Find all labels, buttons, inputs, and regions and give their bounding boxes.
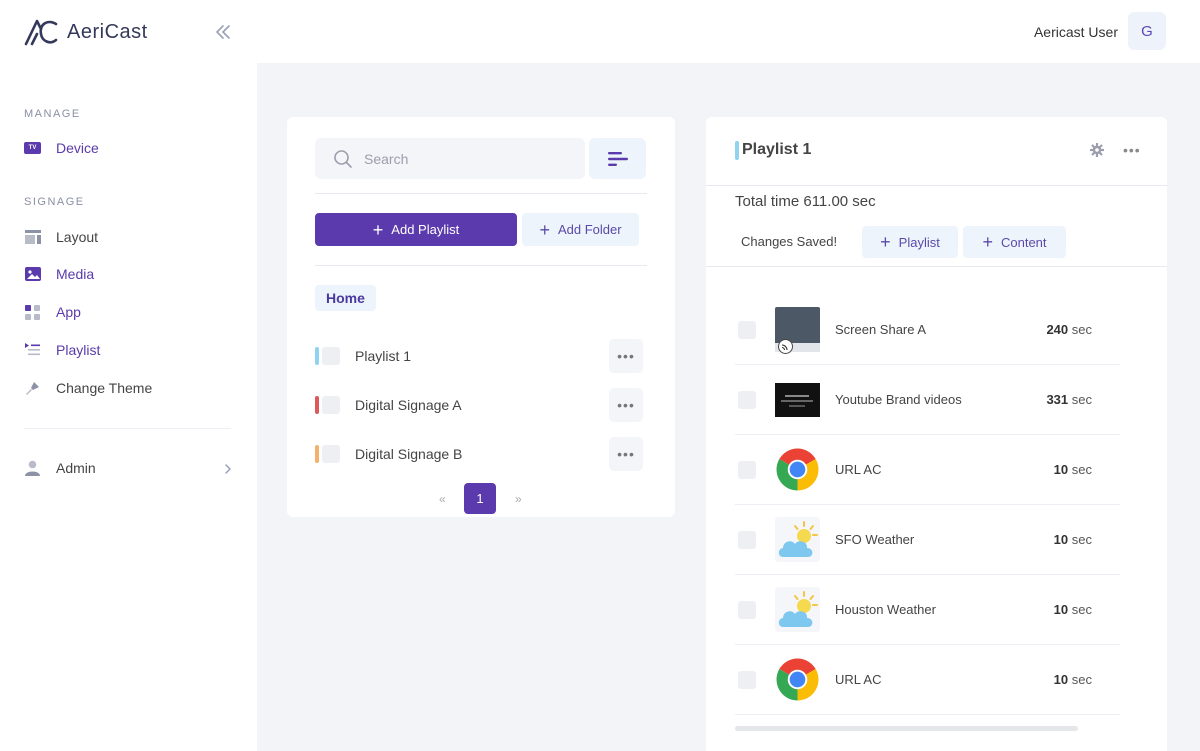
search-icon — [334, 149, 352, 168]
plus-icon: + — [880, 232, 891, 252]
table-row[interactable]: URL AC 10 sec — [735, 435, 1120, 505]
add-playlist-chip[interactable]: + Playlist — [862, 226, 958, 258]
color-indicator — [315, 396, 319, 414]
gear-icon[interactable] — [1090, 143, 1104, 157]
color-indicator — [735, 141, 739, 160]
sort-icon — [607, 151, 628, 166]
table-row[interactable]: URL AC 10 sec — [735, 645, 1120, 715]
playlist-icon — [24, 342, 41, 359]
list-item[interactable]: Digital Signage A ••• — [315, 388, 643, 422]
sidebar-item-label: Device — [56, 140, 99, 156]
more-options-icon[interactable]: ••• — [609, 388, 643, 422]
aericast-logo-icon — [24, 19, 58, 46]
item-checkbox[interactable] — [738, 390, 756, 409]
app-grid-icon — [24, 304, 41, 321]
table-row[interactable]: Youtube Brand videos 331 sec — [735, 365, 1120, 435]
user-name[interactable]: Aericast User — [1034, 24, 1118, 40]
item-checkbox[interactable] — [322, 445, 340, 463]
plus-icon: + — [539, 219, 550, 240]
plus-icon: + — [982, 232, 993, 252]
table-row[interactable]: SFO Weather 10 sec — [735, 505, 1120, 575]
breadcrumb-home[interactable]: Home — [315, 285, 376, 311]
sidebar-divider — [24, 428, 231, 429]
list-item[interactable]: Digital Signage B ••• — [315, 437, 643, 471]
sidebar-item-label: Layout — [56, 229, 99, 245]
item-checkbox[interactable] — [738, 670, 756, 689]
item-checkbox[interactable] — [322, 396, 340, 414]
user-icon — [24, 460, 41, 477]
total-time: Total time 611.00 sec — [735, 193, 876, 210]
sidebar-item-media[interactable]: Media — [24, 261, 234, 287]
color-indicator — [315, 347, 319, 365]
screen-share-thumbnail — [775, 307, 820, 354]
divider — [315, 265, 647, 266]
sidebar-item-app[interactable]: App — [24, 299, 234, 325]
sidebar-item-label: Playlist — [56, 342, 101, 358]
item-checkbox[interactable] — [738, 600, 756, 619]
search-input[interactable] — [364, 150, 564, 167]
sidebar-item-label: Change Theme — [56, 380, 153, 396]
sidebar-item-label: App — [56, 304, 81, 320]
more-options-icon[interactable]: ••• — [609, 437, 643, 471]
layout-icon — [24, 229, 41, 246]
brush-icon — [24, 380, 41, 397]
pagination-prev[interactable]: « — [439, 492, 446, 506]
color-indicator — [315, 445, 319, 463]
section-label-signage: SIGNAGE — [24, 196, 85, 208]
more-options-icon[interactable]: ••• — [1123, 142, 1141, 158]
sidebar: AeriCast MANAGE TV Device SIGNAGE Layout… — [0, 0, 257, 751]
table-row[interactable]: Houston Weather 10 sec — [735, 575, 1120, 645]
sort-button[interactable] — [589, 138, 646, 179]
collapse-sidebar-icon[interactable] — [213, 22, 233, 42]
item-checkbox[interactable] — [738, 460, 756, 479]
tv-icon: TV — [24, 140, 41, 157]
horizontal-scrollbar[interactable] — [735, 726, 1078, 731]
save-status: Changes Saved! — [741, 234, 838, 249]
app-name: AeriCast — [67, 20, 148, 43]
sidebar-item-layout[interactable]: Layout — [24, 224, 234, 250]
weather-icon — [775, 517, 820, 562]
sidebar-item-label: Media — [56, 266, 95, 282]
list-item[interactable]: Playlist 1 ••• — [315, 339, 643, 373]
playlist-detail-panel: Playlist 1 ••• Total time 611.00 sec Cha… — [706, 117, 1167, 751]
playlists-panel: + Add Playlist + Add Folder Home Playlis… — [287, 117, 675, 517]
section-label-manage: MANAGE — [24, 108, 81, 120]
cast-icon — [778, 339, 793, 354]
table-row[interactable]: Screen Share A 240 sec — [735, 295, 1120, 365]
sidebar-item-admin[interactable]: Admin — [24, 455, 234, 481]
avatar[interactable]: G — [1128, 12, 1166, 50]
sidebar-item-change-theme[interactable]: Change Theme — [24, 375, 234, 401]
sidebar-item-playlist[interactable]: Playlist — [24, 337, 234, 363]
chrome-icon — [775, 657, 820, 702]
item-checkbox[interactable] — [738, 530, 756, 549]
playlist-title: Playlist 1 — [742, 141, 812, 158]
weather-icon — [775, 587, 820, 632]
divider — [315, 193, 647, 194]
sidebar-item-label: Admin — [56, 460, 96, 476]
item-checkbox[interactable] — [322, 347, 340, 365]
plus-icon: + — [372, 219, 384, 240]
item-checkbox[interactable] — [738, 320, 756, 339]
sidebar-item-device[interactable]: TV Device — [24, 135, 234, 161]
pagination-current-page[interactable]: 1 — [464, 483, 496, 514]
chevron-right-icon[interactable] — [222, 463, 234, 475]
add-playlist-button[interactable]: + Add Playlist — [315, 213, 517, 246]
video-thumbnail — [775, 382, 820, 417]
topbar: Aericast User G — [257, 0, 1200, 63]
add-content-chip[interactable]: + Content — [963, 226, 1066, 258]
add-folder-button[interactable]: + Add Folder — [522, 213, 639, 246]
divider — [706, 185, 1167, 186]
brand[interactable]: AeriCast — [24, 18, 148, 46]
more-options-icon[interactable]: ••• — [609, 339, 643, 373]
chrome-icon — [775, 447, 820, 492]
pagination-next[interactable]: » — [515, 492, 522, 506]
image-icon — [24, 266, 41, 283]
divider — [706, 266, 1167, 267]
search-box[interactable] — [315, 138, 585, 179]
